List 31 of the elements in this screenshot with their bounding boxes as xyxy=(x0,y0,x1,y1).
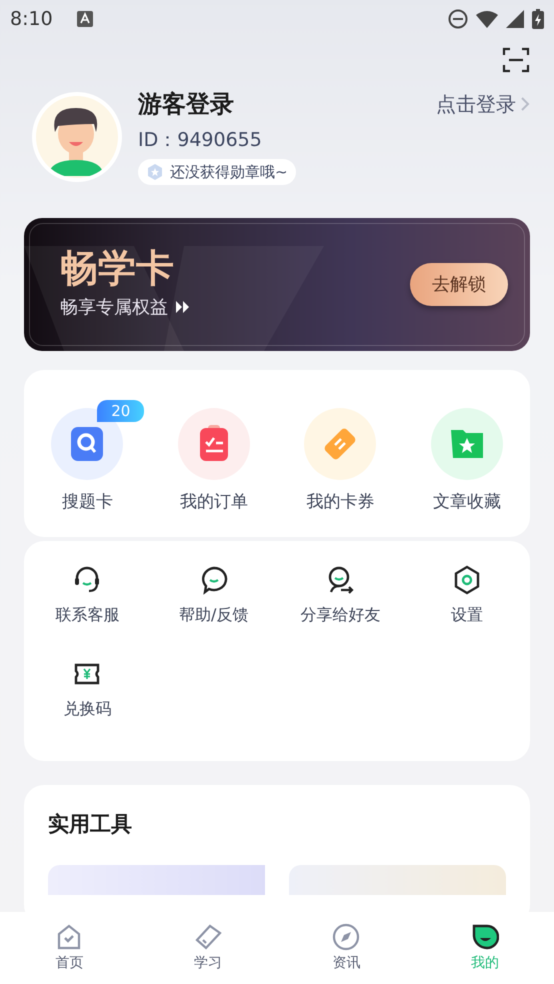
unlock-button[interactable]: 去解锁 xyxy=(410,262,508,306)
user-name: 游客登录 xyxy=(138,89,234,120)
signal-icon xyxy=(506,10,524,28)
user-id: ID：9490655 xyxy=(138,128,263,153)
service-item[interactable]: 设置 xyxy=(404,565,530,628)
chevron-icon xyxy=(520,96,530,112)
tab-item[interactable]: 学习 xyxy=(138,912,277,984)
tag-icon xyxy=(194,922,222,950)
profile-icon xyxy=(470,922,499,950)
double-arrow-icon xyxy=(176,301,190,314)
service-item[interactable]: 帮助/反馈 xyxy=(150,565,277,628)
login-link[interactable]: 点击登录 xyxy=(436,89,530,119)
vip-card-title: 畅学卡 xyxy=(60,248,175,290)
scan-icon[interactable] xyxy=(502,46,530,74)
battery-icon xyxy=(532,9,544,29)
do-not-disturb-icon xyxy=(448,9,468,29)
vip-card-subtitle: 畅享专属权益 xyxy=(60,296,168,320)
status-time: 8:10 xyxy=(10,6,53,32)
service-item[interactable]: 联系客服 xyxy=(24,565,150,628)
tab-item[interactable]: 资讯 xyxy=(277,912,416,984)
vip-card-banner[interactable]: 畅学卡 畅享专属权益 去解锁 xyxy=(24,218,530,351)
compass-icon xyxy=(332,922,360,950)
wifi-icon xyxy=(476,10,498,28)
medal-icon xyxy=(146,162,164,181)
service-item[interactable]: 分享给好友 xyxy=(277,565,404,628)
section-title: 实用工具 xyxy=(48,811,133,838)
count-badge: 20 xyxy=(97,400,144,422)
medal-tag: 还没获得勋章哦~ xyxy=(138,158,296,185)
keyboard-icon xyxy=(76,11,93,27)
tab-item[interactable]: 首页 xyxy=(0,912,138,984)
service-item[interactable]: 兑换码 xyxy=(24,659,150,722)
